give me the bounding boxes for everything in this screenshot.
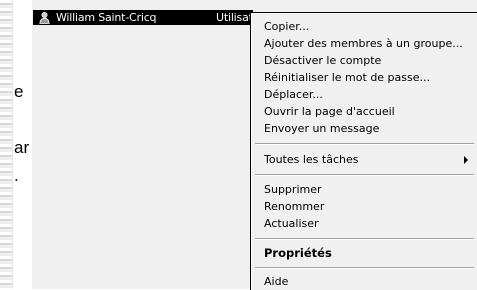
- menu-item-disable-account[interactable]: Désactiver le compte: [264, 53, 474, 69]
- text-fragment: e: [14, 82, 24, 101]
- menu-item-refresh[interactable]: Actualiser: [264, 216, 474, 232]
- menu-item-help[interactable]: Aide: [264, 274, 474, 290]
- user-name: William Saint-Cricq: [56, 11, 157, 24]
- text-fragment: .: [14, 166, 19, 185]
- menu-item-rename[interactable]: Renommer: [264, 199, 474, 215]
- menu-item-send-message[interactable]: Envoyer un message: [264, 121, 474, 137]
- menu-item-reset-password[interactable]: Réinitialiser le mot de passe...: [264, 70, 474, 86]
- menu-item-properties[interactable]: Propriétés: [264, 245, 474, 261]
- menu-item-open-homepage[interactable]: Ouvrir la page d'accueil: [264, 104, 474, 120]
- menu-item-move[interactable]: Déplacer...: [264, 87, 474, 103]
- menu-item-add-to-group[interactable]: Ajouter des membres à un groupe...: [264, 36, 474, 52]
- torn-page-edge: [0, 0, 13, 289]
- menu-item-all-tasks-label: Toutes les tâches: [264, 153, 359, 166]
- menu-item-all-tasks[interactable]: Toutes les tâches: [264, 152, 474, 168]
- submenu-arrow-icon: [464, 156, 468, 164]
- selected-user-row[interactable]: William Saint-Cricq Utilisate: [33, 10, 259, 25]
- context-menu: Copier... Ajouter des membres à un group…: [250, 12, 477, 290]
- menu-separator: [255, 267, 474, 269]
- menu-separator: [255, 238, 474, 240]
- menu-item-delete[interactable]: Supprimer: [264, 182, 474, 198]
- menu-separator: [255, 174, 474, 176]
- menu-separator: [255, 143, 474, 145]
- menu-item-copier[interactable]: Copier...: [264, 19, 474, 35]
- user-icon: [37, 11, 51, 24]
- text-fragment: ar: [14, 138, 30, 157]
